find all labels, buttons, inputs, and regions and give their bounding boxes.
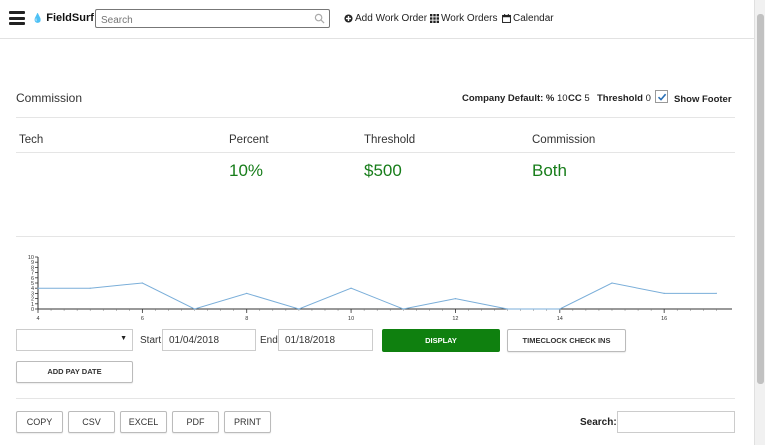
header-divider (16, 152, 735, 153)
timeclock-check-ins-button[interactable]: TIMECLOCK CHECK INS (507, 329, 626, 352)
checkmark-icon (657, 93, 667, 101)
data-point (611, 282, 613, 284)
column-header-tech: Tech (19, 134, 44, 146)
add-work-order-label: Add Work Order (355, 13, 428, 24)
data-point (141, 282, 143, 284)
table-search-label: Search: (580, 417, 617, 428)
commission-line-chart: 1098765432104 6 8 10 12 14 16 (28, 255, 732, 322)
data-point (246, 292, 248, 294)
brand-name: FieldSurf (46, 12, 94, 24)
page-scrollbar[interactable] (754, 0, 765, 445)
divider (16, 236, 735, 237)
global-search (95, 9, 330, 29)
data-point (454, 298, 457, 300)
cell-commission: Both (532, 161, 567, 180)
x-tick-label: 4 (36, 316, 39, 322)
end-date-input[interactable]: 01/18/2018 (278, 329, 373, 351)
search-icon[interactable] (314, 13, 325, 24)
data-point (89, 287, 91, 289)
end-label: End (260, 335, 278, 346)
data-point (298, 308, 300, 310)
start-date-input[interactable]: 01/04/2018 (162, 329, 256, 351)
series-line (38, 282, 717, 310)
page-title: Commission (16, 91, 83, 105)
column-header-percent: Percent (229, 134, 269, 146)
global-search-input[interactable] (96, 12, 329, 29)
data-point (559, 308, 561, 310)
top-nav-bar: 💧 FieldSurf Add Work Order Work Orders (0, 0, 765, 39)
chevron-down-icon: ▼ (120, 335, 127, 342)
divider (16, 117, 735, 118)
divider (16, 398, 735, 399)
display-button[interactable]: DISPLAY (382, 329, 500, 352)
threshold-value: 0 (645, 93, 651, 104)
data-point (350, 287, 352, 289)
scrollbar-thumb[interactable] (757, 14, 764, 384)
data-point (715, 292, 717, 294)
cc-label: CC (568, 93, 582, 104)
grid-icon (430, 14, 439, 23)
company-default: Company Default: % 10 (462, 93, 568, 104)
calendar-label: Calendar (513, 13, 554, 24)
table-search-input[interactable] (617, 411, 735, 433)
plus-circle-icon (344, 14, 353, 23)
droplet-icon: 💧 (32, 12, 44, 23)
add-work-order-link[interactable]: Add Work Order (344, 13, 427, 24)
company-default-value: 10 (557, 93, 568, 104)
add-pay-date-button[interactable]: ADD PAY DATE (16, 361, 133, 383)
x-tick-label: 14 (557, 316, 563, 322)
data-point (402, 308, 404, 310)
data-point (193, 308, 196, 310)
cc-default: CC 5 (568, 93, 590, 104)
menu-icon[interactable] (9, 11, 25, 25)
brand-logo[interactable]: 💧 FieldSurf (32, 12, 94, 24)
x-tick-label: 6 (141, 316, 144, 322)
tech-select[interactable]: ▼ (16, 329, 133, 351)
csv-button[interactable]: CSV (68, 411, 115, 433)
column-header-commission: Commission (532, 134, 596, 146)
pdf-button[interactable]: PDF (172, 411, 219, 433)
company-default-label: Company Default: % (462, 93, 555, 104)
x-tick-label: 12 (452, 316, 458, 322)
threshold-default: Threshold 0 (597, 93, 651, 104)
data-point (663, 292, 665, 294)
cell-threshold: $500 (364, 161, 402, 180)
data-point (507, 308, 509, 310)
work-orders-link[interactable]: Work Orders (430, 13, 498, 24)
show-footer-label: Show Footer (674, 94, 732, 105)
work-orders-label: Work Orders (441, 13, 498, 24)
start-label: Start (140, 335, 162, 346)
data-point (37, 287, 39, 289)
x-tick-label: 10 (348, 316, 354, 322)
x-tick-label: 16 (661, 316, 667, 322)
print-button[interactable]: PRINT (224, 411, 271, 433)
threshold-label: Threshold (597, 93, 643, 104)
x-tick-label: 8 (245, 316, 248, 322)
copy-button[interactable]: COPY (16, 411, 63, 433)
calendar-icon (502, 14, 511, 23)
cc-value: 5 (584, 93, 590, 104)
column-header-threshold: Threshold (364, 134, 416, 146)
calendar-link[interactable]: Calendar (502, 13, 554, 24)
cell-percent: 10% (229, 161, 264, 180)
excel-button[interactable]: EXCEL (120, 411, 167, 433)
y-tick-label: 0 (31, 307, 34, 313)
show-footer-checkbox[interactable] (655, 90, 668, 103)
